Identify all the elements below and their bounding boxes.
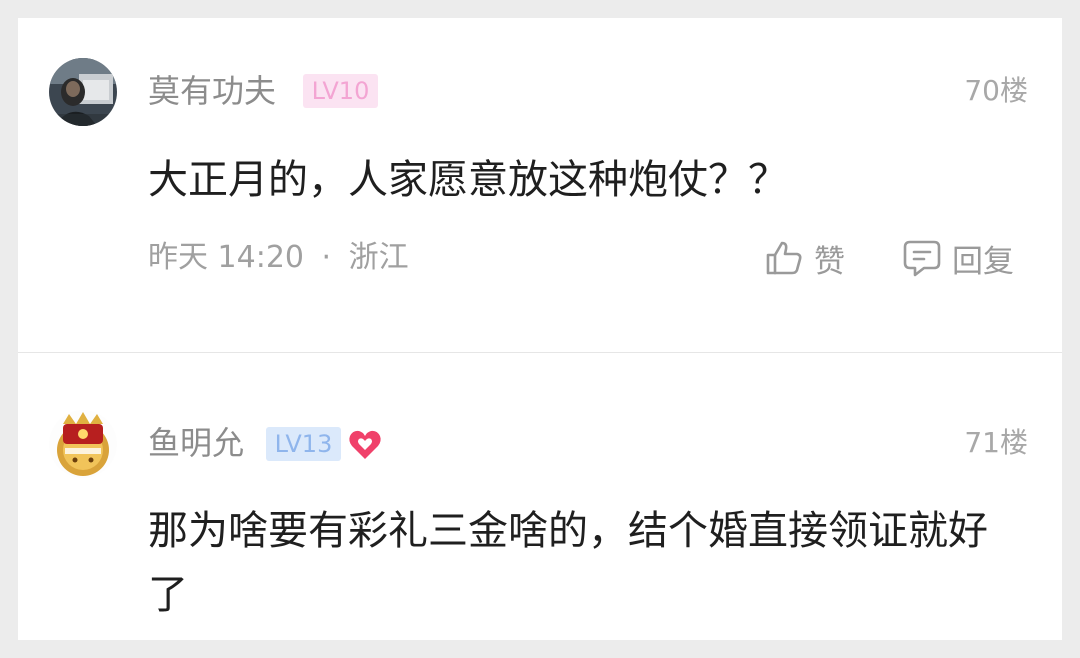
comment-item: 莫有功夫 LV10 70楼 大正月的，人家愿意放这种炮仗？？ 昨天 14:20 … (18, 18, 1062, 352)
comment-bubble-icon (903, 240, 941, 277)
username[interactable]: 鱼明允 (148, 423, 244, 463)
comment-time: 昨天 14:20 (148, 240, 304, 275)
meta-separator: · (321, 240, 332, 275)
avatar[interactable] (49, 58, 117, 126)
thumbs-up-icon (766, 241, 802, 275)
avatar[interactable] (49, 410, 117, 478)
comment-item: 鱼明允 LV13 71楼 那为啥要有彩礼三金啥的，结个婚直接领证就好了 (18, 353, 1062, 640)
reply-button[interactable]: 回复 (902, 238, 1014, 280)
comment-location: 浙江 (348, 240, 409, 275)
reply-label: 回复 (952, 243, 1014, 280)
comment-meta: 昨天 14:20 · 浙江 (148, 238, 409, 278)
like-button[interactable]: 赞 (764, 238, 845, 280)
username[interactable]: 莫有功夫 (148, 71, 276, 111)
heart-badge-icon (349, 430, 381, 459)
comment-text: 大正月的，人家愿意放这种炮仗？？ (148, 157, 788, 203)
comment-card: 莫有功夫 LV10 70楼 大正月的，人家愿意放这种炮仗？？ 昨天 14:20 … (18, 18, 1062, 640)
level-badge: LV13 (266, 427, 341, 461)
level-badge: LV10 (303, 74, 378, 108)
floor-number: 71楼 (964, 426, 1028, 459)
comment-text: 那为啥要有彩礼三金啥的，结个婚直接领证就好了 (148, 508, 988, 618)
like-label: 赞 (814, 243, 845, 280)
floor-number: 70楼 (964, 74, 1028, 107)
